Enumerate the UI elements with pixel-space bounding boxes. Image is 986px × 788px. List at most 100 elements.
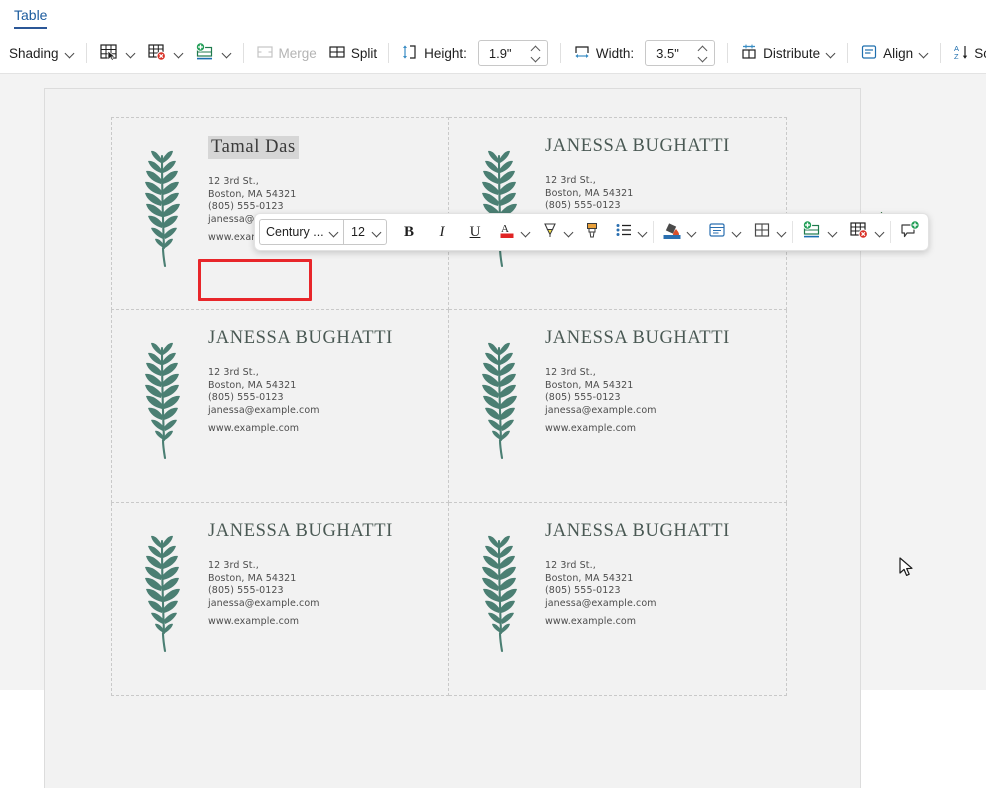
card-name[interactable]: JANESSA BUGHATTI <box>545 136 775 157</box>
row-height-stepper[interactable] <box>530 43 542 65</box>
chevron-down-icon[interactable] <box>638 227 648 237</box>
card-address[interactable]: 12 3rd St., Boston, MA 54321 (805) 555-0… <box>208 560 438 610</box>
chevron-down-icon[interactable] <box>732 227 742 237</box>
card-text-block[interactable]: JANESSA BUGHATTI 12 3rd St., Boston, MA … <box>545 521 775 627</box>
card-name[interactable]: JANESSA BUGHATTI <box>545 521 775 542</box>
svg-text:Z: Z <box>954 52 959 61</box>
card-name[interactable]: JANESSA BUGHATTI <box>208 328 438 349</box>
card-text-block[interactable]: JANESSA BUGHATTI 12 3rd St., Boston, MA … <box>208 521 438 627</box>
font-size-dropdown[interactable]: 12 <box>343 219 387 245</box>
new-comment-button[interactable] <box>896 218 924 246</box>
toolbar-divider <box>940 43 941 63</box>
delete-table-button[interactable] <box>141 38 189 68</box>
table-grid-button[interactable] <box>749 218 775 246</box>
address-line: janessa@example.com <box>208 405 438 418</box>
chevron-down-icon[interactable] <box>564 227 574 237</box>
table-borders-icon <box>98 42 120 65</box>
address-line: 12 3rd St., <box>208 367 438 380</box>
card-address[interactable]: 12 3rd St., Boston, MA 54321 (805) 555-0… <box>545 367 775 417</box>
chevron-down-icon[interactable] <box>521 227 531 237</box>
chevron-down-icon[interactable] <box>222 48 232 58</box>
format-painter-button[interactable] <box>581 218 603 246</box>
column-width-icon <box>572 42 592 65</box>
tab-table[interactable]: Table <box>8 3 53 29</box>
distribute-button[interactable]: Distribute <box>734 38 841 68</box>
card-website[interactable]: www.example.com <box>208 423 438 434</box>
row-height-input[interactable]: 1.9" <box>478 40 548 66</box>
card-name[interactable]: JANESSA BUGHATTI <box>208 521 438 542</box>
table-cell[interactable]: JANESSA BUGHATTI 12 3rd St., Boston, MA … <box>111 503 449 696</box>
delete-table-button[interactable] <box>845 218 873 246</box>
document-page[interactable]: Tamal Das 12 3rd St., Boston, MA 54321 (… <box>44 88 861 788</box>
address-line: 12 3rd St., <box>545 367 775 380</box>
font-name-dropdown[interactable]: Century ... <box>259 219 343 245</box>
column-width-input[interactable]: 3.5" <box>645 40 715 66</box>
address-line: (805) 555-0123 <box>208 392 438 405</box>
highlight-color-button[interactable] <box>538 218 562 246</box>
merge-cells-button[interactable]: Merge <box>250 38 322 68</box>
bold-button[interactable]: B <box>397 218 421 246</box>
chevron-down-icon[interactable] <box>126 48 136 58</box>
card-text-block[interactable]: JANESSA BUGHATTI 12 3rd St., Boston, MA … <box>545 328 775 434</box>
cell-borders-style-button[interactable] <box>704 218 730 246</box>
row-height-icon <box>400 42 420 65</box>
chevron-down-icon[interactable] <box>174 48 184 58</box>
card-text-block[interactable]: JANESSA BUGHATTI 12 3rd St., Boston, MA … <box>208 328 438 434</box>
card-website[interactable]: www.example.com <box>545 616 775 627</box>
font-color-button[interactable]: A <box>496 218 519 246</box>
ribbon-tab-strip: Table <box>0 0 986 32</box>
cell-shading-button[interactable] <box>659 218 685 246</box>
bullet-list-button[interactable] <box>612 218 636 246</box>
toolbar-divider <box>847 43 848 63</box>
business-card[interactable]: JANESSA BUGHATTI 12 3rd St., Boston, MA … <box>449 503 787 696</box>
split-label: Split <box>351 46 377 61</box>
card-address[interactable]: 12 3rd St., Boston, MA 54321 (805) 555-0… <box>545 560 775 610</box>
business-card[interactable]: JANESSA BUGHATTI 12 3rd St., Boston, MA … <box>449 310 787 503</box>
fern-leaf-icon <box>471 525 527 655</box>
card-website[interactable]: www.example.com <box>545 423 775 434</box>
cell-borders-style-icon <box>707 220 727 245</box>
italic-button[interactable]: I <box>430 218 454 246</box>
fern-leaf-icon <box>134 140 190 270</box>
shading-button[interactable]: Shading <box>4 38 80 68</box>
table-cell[interactable]: JANESSA BUGHATTI 12 3rd St., Boston, MA … <box>449 503 787 696</box>
column-width-group: Width: <box>567 38 639 68</box>
align-button[interactable]: Align <box>854 38 934 68</box>
insert-row-icon <box>194 42 216 65</box>
chevron-down-icon[interactable] <box>828 227 838 237</box>
table-cell[interactable]: JANESSA BUGHATTI 12 3rd St., Boston, MA … <box>111 310 449 503</box>
chevron-down-icon[interactable] <box>687 227 697 237</box>
toolbar-divider <box>792 221 793 243</box>
chevron-down-icon[interactable] <box>329 227 339 237</box>
table-borders-button[interactable] <box>93 38 141 68</box>
chevron-down-icon[interactable] <box>826 48 836 58</box>
column-width-stepper[interactable] <box>697 43 709 65</box>
card-address[interactable]: 12 3rd St., Boston, MA 54321 (805) 555-0… <box>208 367 438 417</box>
toolbar-divider <box>388 43 389 63</box>
card-name[interactable]: JANESSA BUGHATTI <box>545 328 775 349</box>
chevron-down-icon[interactable] <box>372 227 382 237</box>
chevron-down-icon[interactable] <box>875 227 885 237</box>
chevron-down-icon[interactable] <box>777 227 787 237</box>
card-name-editing[interactable]: Tamal Das <box>208 136 299 159</box>
chevron-down-icon[interactable] <box>65 48 75 58</box>
address-line: 12 3rd St., <box>208 176 438 189</box>
document-canvas[interactable]: Tamal Das 12 3rd St., Boston, MA 54321 (… <box>0 74 986 690</box>
insert-row-button[interactable] <box>189 38 237 68</box>
font-color-icon: A <box>499 220 516 245</box>
address-line: 12 3rd St., <box>208 560 438 573</box>
svg-text:A: A <box>501 223 509 235</box>
card-website[interactable]: www.example.com <box>208 616 438 627</box>
tab-active-underline <box>14 27 47 29</box>
align-label: Align <box>883 46 913 61</box>
table-cell[interactable]: JANESSA BUGHATTI 12 3rd St., Boston, MA … <box>449 310 787 503</box>
split-cells-button[interactable]: Split <box>322 38 382 68</box>
insert-row-button[interactable] <box>798 218 826 246</box>
chevron-down-icon[interactable] <box>919 48 929 58</box>
sort-button[interactable]: A Z So <box>947 38 986 68</box>
underline-button[interactable]: U <box>463 218 487 246</box>
business-card[interactable]: JANESSA BUGHATTI 12 3rd St., Boston, MA … <box>112 310 450 503</box>
merge-label: Merge <box>279 46 317 61</box>
address-line: (805) 555-0123 <box>545 585 775 598</box>
business-card[interactable]: JANESSA BUGHATTI 12 3rd St., Boston, MA … <box>112 503 450 696</box>
